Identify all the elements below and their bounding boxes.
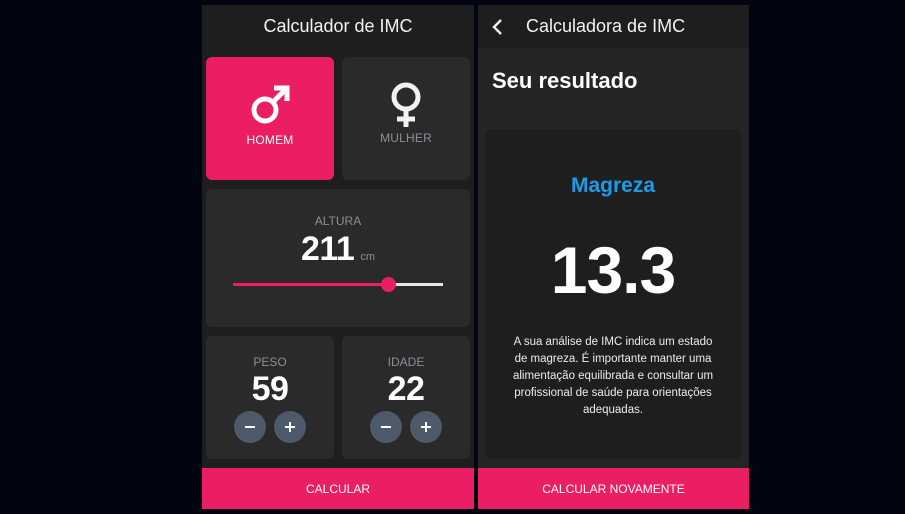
result-category: Magreza bbox=[570, 174, 656, 197]
slider-active-track bbox=[233, 283, 389, 286]
plus-icon bbox=[421, 422, 431, 432]
age-increment-button[interactable] bbox=[410, 411, 442, 443]
height-slider[interactable] bbox=[233, 277, 443, 292]
calculator-screen: Calculador de IMC HOMEM MULHER ALTURA 21… bbox=[202, 5, 474, 509]
male-label: HOMEM bbox=[246, 133, 294, 147]
height-value: 211 bbox=[300, 230, 355, 268]
result-heading: Seu resultado bbox=[492, 68, 638, 93]
age-decrement-button[interactable] bbox=[370, 411, 402, 443]
back-button[interactable] bbox=[480, 5, 516, 48]
weight-card: PESO 59 bbox=[206, 336, 334, 459]
weight-value: 59 bbox=[251, 370, 289, 408]
minus-icon bbox=[245, 426, 255, 428]
minus-icon bbox=[381, 426, 391, 428]
app-title: Calculadora de IMC bbox=[526, 16, 686, 36]
age-card: IDADE 22 bbox=[342, 336, 470, 459]
gender-card-male[interactable]: HOMEM bbox=[206, 57, 334, 180]
height-unit: cm bbox=[360, 251, 376, 263]
app-bar: Calculadora de IMC bbox=[478, 5, 749, 48]
app-title: Calculador de IMC bbox=[263, 16, 413, 36]
weight-increment-button[interactable] bbox=[274, 411, 306, 443]
chevron-left-icon bbox=[492, 18, 502, 35]
female-label: MULHER bbox=[380, 131, 432, 145]
result-screen: Calculadora de IMC Seu resultado Magreza… bbox=[478, 5, 749, 509]
height-card: ALTURA 211 cm bbox=[206, 189, 470, 327]
bmi-value: 13.3 bbox=[550, 233, 676, 307]
result-card: Magreza 13.3 A sua análise de IMC indica… bbox=[485, 129, 741, 459]
result-description: A sua análise de IMC indica um estado de… bbox=[512, 336, 714, 416]
female-symbol-icon bbox=[391, 82, 421, 127]
calculate-button[interactable]: CALCULAR bbox=[202, 468, 474, 509]
male-symbol-icon bbox=[251, 85, 290, 124]
age-value: 22 bbox=[387, 370, 425, 408]
weight-label: PESO bbox=[253, 355, 287, 369]
weight-decrement-button[interactable] bbox=[234, 411, 266, 443]
gender-card-female[interactable]: MULHER bbox=[342, 57, 470, 180]
app-bar: Calculador de IMC bbox=[202, 5, 474, 48]
height-label: ALTURA bbox=[314, 214, 362, 228]
age-label: IDADE bbox=[387, 355, 425, 369]
slider-thumb[interactable] bbox=[380, 277, 396, 292]
recalculate-button[interactable]: CALCULAR NOVAMENTE bbox=[478, 468, 749, 509]
plus-icon bbox=[285, 422, 295, 432]
